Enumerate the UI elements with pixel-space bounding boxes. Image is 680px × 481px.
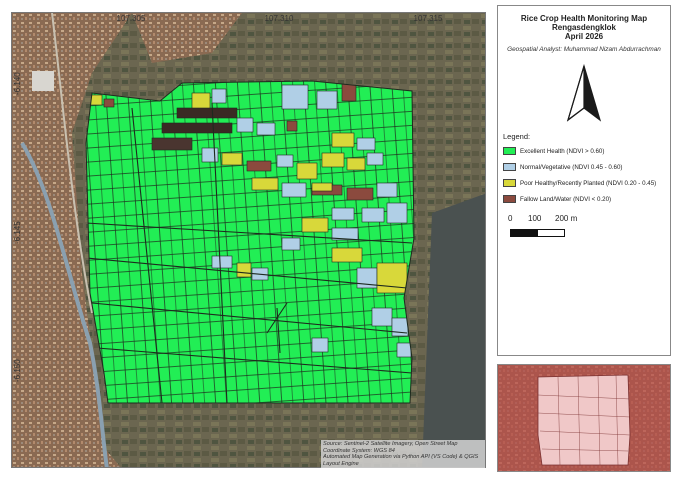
crop-fields: [86, 81, 414, 403]
legend-label: Normal/Vegetative (NDVI 0.45 - 0.60): [520, 163, 623, 171]
legend-swatch: [503, 195, 516, 203]
coord-top-2: 107.310: [264, 14, 294, 23]
coord-top-1: 107.305: [116, 14, 146, 23]
map-canvas[interactable]: [12, 13, 486, 468]
legend-swatch: [503, 147, 516, 155]
coord-left-3: -6.150: [13, 359, 22, 382]
inset-map[interactable]: [497, 364, 671, 472]
legend-label: Poor Healthy/Recently Planted (NDVI 0.20…: [520, 179, 657, 187]
source-line: Layout Engine: [323, 460, 359, 467]
analyst-credit: Geospatial Analyst: Muhammad Nizam Abdur…: [507, 46, 661, 53]
scale-label-200: 200 m: [555, 214, 578, 223]
building-white: [32, 71, 54, 91]
legend-label: Excellent Health (NDVI > 0.60): [520, 147, 605, 155]
inset-map-canvas: [498, 365, 670, 471]
main-map[interactable]: 107.305 107.310 107.315 -6.140 -6.145 -6…: [11, 12, 486, 468]
title-line-2: Rengasdengklok: [551, 23, 616, 32]
coord-left-1: -6.140: [13, 72, 22, 95]
legend-heading: Legend:: [503, 132, 531, 141]
dark-fields-east: [422, 193, 485, 467]
source-attribution: Source: Sentinel-2 Satellite Imagery, Op…: [321, 440, 485, 468]
legend-item-normal: Normal/Vegetative (NDVI 0.45 - 0.60): [503, 162, 622, 172]
legend-swatch: [503, 163, 516, 171]
scale-label-0: 0: [508, 214, 513, 223]
coord-left-2: -6.145: [13, 221, 22, 244]
title-line-3: April 2026: [564, 32, 604, 41]
legend-label: Fallow Land/Water (NDVI < 0.20): [520, 195, 612, 203]
legend-item-fallow: Fallow Land/Water (NDVI < 0.20): [503, 194, 611, 204]
north-arrow-icon: [566, 64, 602, 122]
title-line-1: Rice Crop Health Monitoring Map: [520, 14, 648, 23]
legend-item-excellent: Excellent Health (NDVI > 0.60): [503, 146, 604, 156]
map-title: Rice Crop Health Monitoring Map Rengasde…: [498, 14, 670, 41]
legend-panel: Rice Crop Health Monitoring Map Rengasde…: [497, 5, 671, 356]
coord-top-3: 107.315: [413, 14, 443, 23]
source-line: Automated Map Generation via Python API …: [323, 454, 479, 461]
legend-swatch: [503, 179, 516, 187]
scale-bar-graphic: [510, 229, 565, 237]
scale-label-100: 100: [528, 214, 542, 223]
legend-item-poor: Poor Healthy/Recently Planted (NDVI 0.20…: [503, 178, 656, 188]
source-line: Coordinate System: WGS 84: [323, 447, 395, 454]
source-line: Source: Sentinel-2 Satellite Imagery, Op…: [323, 441, 458, 447]
